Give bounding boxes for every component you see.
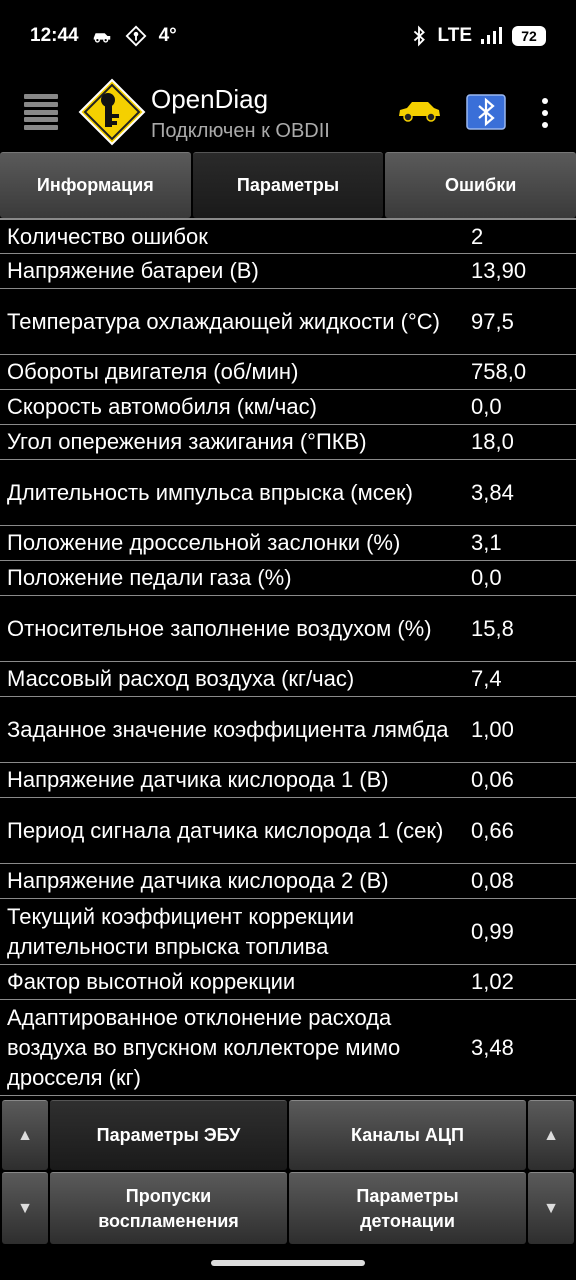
table-row: Относительное заполнение воздухом (%) 15… bbox=[0, 596, 576, 662]
status-time: 12:44 bbox=[30, 25, 79, 46]
scroll-down-button-left[interactable]: ▼ bbox=[2, 1172, 48, 1244]
parameter-name: Напряжение батареи (В) bbox=[7, 258, 259, 283]
parameter-value: 0,0 bbox=[471, 565, 502, 590]
location-icon bbox=[125, 25, 147, 47]
parameter-name: Напряжение датчика кислорода 1 (В) bbox=[7, 767, 389, 792]
table-row: Обороты двигателя (об/мин) 758,0 bbox=[0, 355, 576, 390]
parameter-value: 0,06 bbox=[471, 767, 514, 792]
parameter-name: Текущий коэффициент коррекции длительнос… bbox=[7, 903, 355, 959]
car-icon[interactable] bbox=[396, 98, 442, 124]
table-row: Текущий коэффициент коррекции длительнос… bbox=[0, 899, 576, 965]
parameter-value: 1,02 bbox=[471, 969, 514, 994]
status-temperature: 4° bbox=[158, 25, 177, 46]
parameter-name: Длительность импульса впрыска (мсек) bbox=[7, 479, 413, 505]
knock-params-button[interactable]: Параметры детонации bbox=[289, 1172, 526, 1244]
table-row: Период сигнала датчика кислорода 1 (сек)… bbox=[0, 798, 576, 864]
table-row: Температура охлаждающей жидкости (°С) 97… bbox=[0, 289, 576, 355]
scroll-down-button-right[interactable]: ▼ bbox=[528, 1172, 574, 1244]
parameter-value: 3,48 bbox=[471, 1034, 514, 1060]
parameter-name: Обороты двигателя (об/мин) bbox=[7, 359, 299, 384]
scroll-up-button-left[interactable]: ▲ bbox=[2, 1100, 48, 1170]
tab-parameters[interactable]: Параметры bbox=[192, 152, 384, 218]
table-row: Напряжение датчика кислорода 1 (В) 0,06 bbox=[0, 763, 576, 798]
table-row: Длительность импульса впрыска (мсек) 3,8… bbox=[0, 460, 576, 526]
parameter-value: 15,8 bbox=[471, 615, 514, 641]
tab-errors[interactable]: Ошибки bbox=[385, 152, 576, 218]
table-row: Количество ошибок 2 bbox=[0, 220, 576, 254]
parameter-value: 0,0 bbox=[471, 394, 502, 419]
parameter-value: 7,4 bbox=[471, 666, 502, 691]
table-row: Угол опережения зажигания (°ПКВ) 18,0 bbox=[0, 425, 576, 460]
parameter-value: 0,08 bbox=[471, 868, 514, 893]
ecu-params-button[interactable]: Параметры ЭБУ bbox=[50, 1100, 287, 1170]
parameter-value: 1,00 bbox=[471, 716, 514, 742]
table-row: Напряжение батареи (В) 13,90 bbox=[0, 254, 576, 289]
table-row: Заданное значение коэффициента лямбда 1,… bbox=[0, 697, 576, 763]
parameter-value: 18,0 bbox=[471, 429, 514, 454]
tab-information[interactable]: Информация bbox=[0, 152, 191, 218]
parameter-name: Температура охлаждающей жидкости (°С) bbox=[7, 308, 440, 334]
tab-bar: Информация Параметры Ошибки bbox=[0, 152, 576, 218]
parameter-name: Напряжение датчика кислорода 2 (В) bbox=[7, 868, 389, 893]
parameter-value: 97,5 bbox=[471, 308, 514, 334]
scroll-up-button-right[interactable]: ▲ bbox=[528, 1100, 574, 1170]
menu-icon[interactable] bbox=[24, 94, 58, 130]
parameter-value: 13,90 bbox=[471, 258, 527, 283]
status-bar: 12:44 4° LTE 72 bbox=[0, 0, 576, 72]
parameter-value: 0,66 bbox=[471, 817, 514, 843]
parameter-value: 0,99 bbox=[471, 918, 514, 944]
more-icon[interactable] bbox=[540, 98, 550, 128]
table-row: Напряжение датчика кислорода 2 (В) 0,08 bbox=[0, 864, 576, 899]
bottom-panel: ▲ Параметры ЭБУ Каналы АЦП ▲ ▼ Пропуски … bbox=[0, 1096, 576, 1246]
parameter-value: 758,0 bbox=[471, 359, 527, 384]
home-indicator[interactable] bbox=[211, 1260, 365, 1266]
app-bar: OpenDiag Подключен к OBDII bbox=[0, 72, 576, 152]
table-row: Положение дроссельной заслонки (%) 3,1 bbox=[0, 526, 576, 561]
app-title: OpenDiag bbox=[151, 84, 269, 114]
parameter-name: Относительное заполнение воздухом (%) bbox=[7, 615, 432, 641]
car-notification-icon bbox=[93, 33, 110, 43]
parameter-name: Положение дроссельной заслонки (%) bbox=[7, 530, 401, 555]
app-logo bbox=[78, 78, 146, 146]
table-row: Положение педали газа (%) 0,0 bbox=[0, 561, 576, 596]
parameter-name: Количество ошибок bbox=[7, 223, 208, 249]
parameter-name: Угол опережения зажигания (°ПКВ) bbox=[7, 429, 367, 454]
parameter-value: 3,84 bbox=[471, 479, 514, 505]
parameter-name: Адаптированное отклонение расхода воздух… bbox=[7, 1004, 401, 1090]
bluetooth-icon bbox=[413, 25, 425, 47]
parameter-name: Скорость автомобиля (км/час) bbox=[7, 394, 317, 419]
parameter-name: Период сигнала датчика кислорода 1 (сек) bbox=[7, 817, 444, 843]
parameters-table[interactable]: Количество ошибок 2 Напряжение батареи (… bbox=[0, 218, 576, 1096]
parameter-name: Положение педали газа (%) bbox=[7, 565, 292, 590]
parameter-name: Массовый расход воздуха (кг/час) bbox=[7, 666, 355, 691]
bluetooth-elm-icon[interactable] bbox=[466, 94, 506, 130]
parameter-name: Фактор высотной коррекции bbox=[7, 969, 296, 994]
adc-channels-button[interactable]: Каналы АЦП bbox=[289, 1100, 526, 1170]
table-row: Массовый расход воздуха (кг/час) 7,4 bbox=[0, 662, 576, 697]
status-network: LTE bbox=[437, 25, 472, 46]
battery-indicator: 72 bbox=[512, 26, 546, 46]
parameter-value: 3,1 bbox=[471, 530, 502, 555]
misfires-button[interactable]: Пропуски воспламенения bbox=[50, 1172, 287, 1244]
connection-status: Подключен к OBDII bbox=[151, 120, 330, 142]
table-row: Фактор высотной коррекции 1,02 bbox=[0, 965, 576, 1000]
signal-icon bbox=[481, 27, 502, 44]
parameter-name: Заданное значение коэффициента лямбда bbox=[7, 716, 449, 742]
table-row: Адаптированное отклонение расхода воздух… bbox=[0, 1000, 576, 1096]
parameter-value: 2 bbox=[471, 223, 484, 249]
table-row: Скорость автомобиля (км/час) 0,0 bbox=[0, 390, 576, 425]
